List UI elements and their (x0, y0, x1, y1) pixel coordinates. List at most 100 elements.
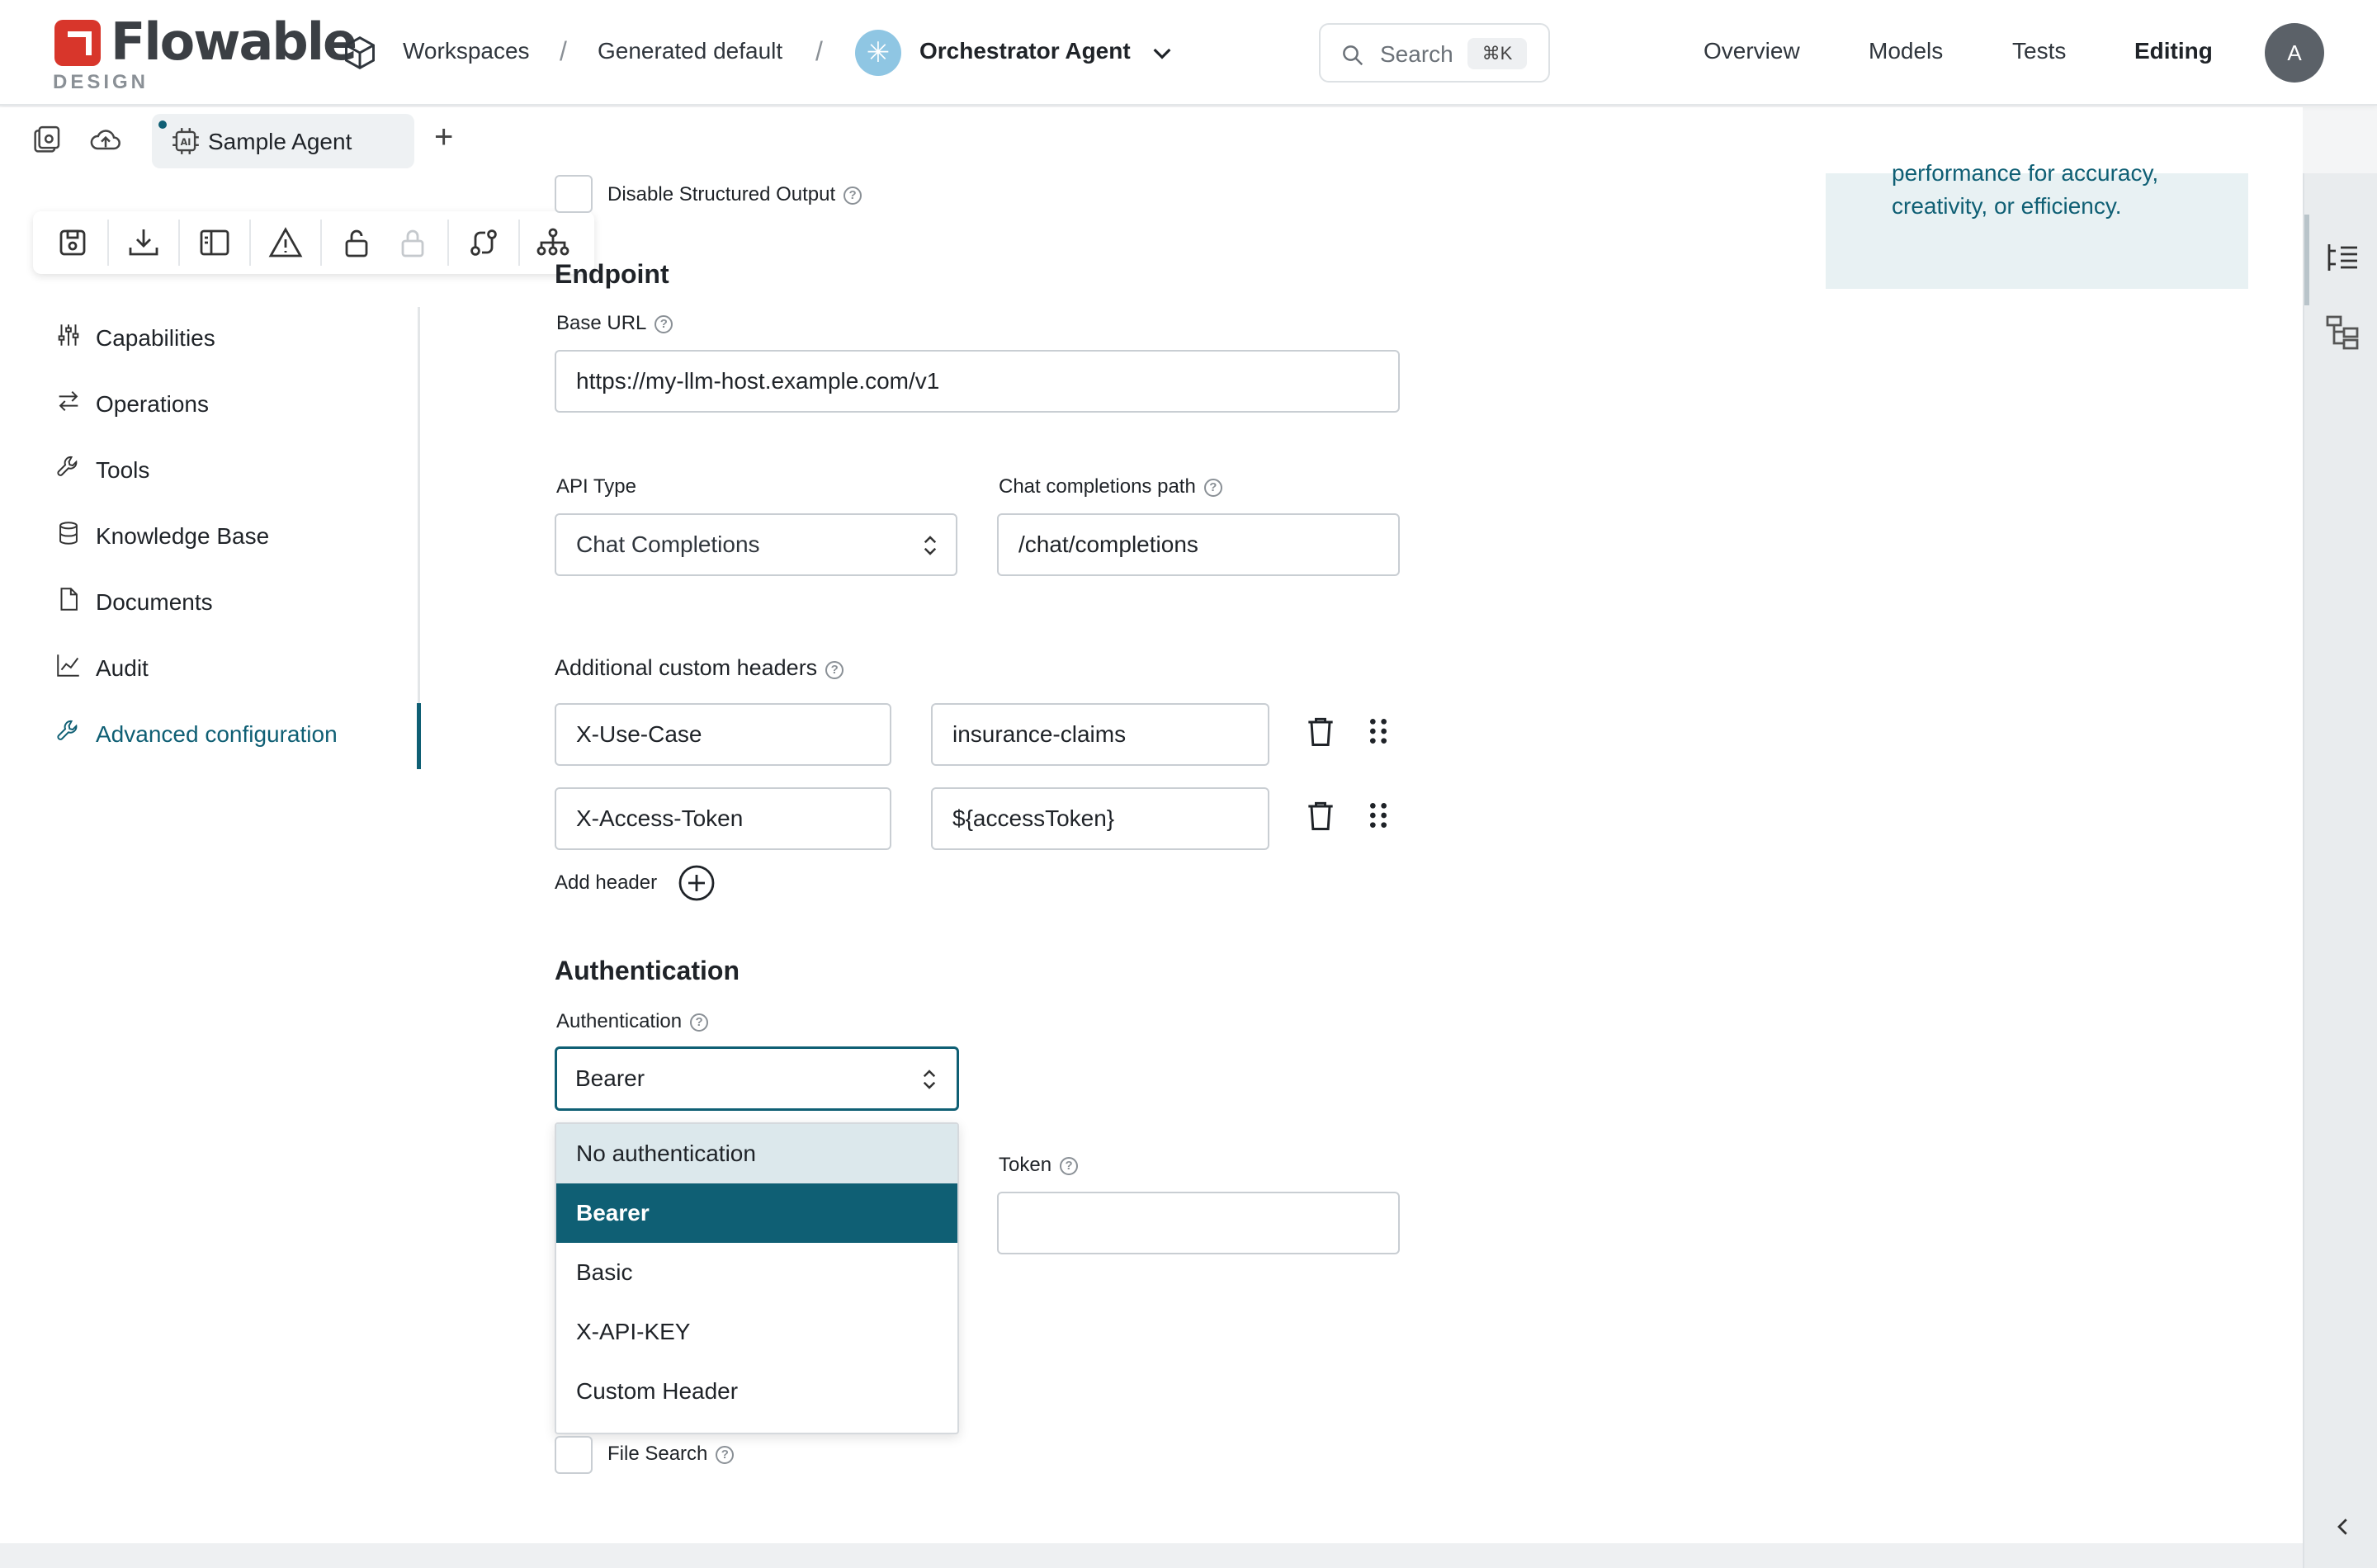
wrench-icon (57, 720, 78, 740)
add-header-label[interactable]: Add header (555, 871, 657, 895)
help-icon[interactable]: ? (1060, 1157, 1079, 1175)
help-icon[interactable]: ? (716, 1446, 735, 1464)
document-icon (60, 588, 78, 611)
disable-structured-output-label: Disable Structured Output? (607, 183, 862, 206)
tab-sample-agent[interactable]: AI Sample Agent (152, 114, 414, 168)
git-compare-icon[interactable] (464, 223, 503, 262)
search-shortcut: ⌘K (1467, 38, 1527, 69)
panel-toggle-icon[interactable] (195, 223, 234, 262)
save-local-icon[interactable] (30, 124, 63, 157)
sidebar-item-label: Capabilities (96, 325, 215, 351)
base-url-label: Base URL? (556, 312, 673, 335)
authentication-select[interactable]: Bearer (555, 1046, 959, 1111)
help-icon[interactable]: ? (655, 315, 673, 333)
logo-subtitle: DESIGN (53, 71, 149, 93)
help-icon[interactable]: ? (844, 187, 862, 205)
arrows-icon (59, 390, 78, 412)
header-value-input[interactable]: ${accessToken} (931, 787, 1269, 850)
help-icon[interactable]: ? (690, 1013, 709, 1032)
ai-chip-icon: AI (172, 128, 199, 154)
base-url-input[interactable]: https://my-llm-host.example.com/v1 (555, 350, 1400, 413)
sliders-icon (58, 324, 79, 346)
app-header: Flowable DESIGN Workspaces / Generated d… (0, 0, 2377, 106)
sidebar-item-label: Operations (96, 391, 209, 417)
dropdown-option-x-api-key[interactable]: X-API-KEY (556, 1302, 957, 1362)
nav-models[interactable]: Models (1869, 38, 1943, 64)
dropdown-option-custom-header[interactable]: Custom Header (556, 1362, 957, 1421)
nav-tests[interactable]: Tests (2012, 38, 2066, 64)
search-placeholder: Search (1380, 41, 1453, 67)
avatar[interactable]: A (2265, 23, 2324, 83)
chevron-left-icon[interactable] (2331, 1510, 2356, 1543)
search-icon (1343, 45, 1363, 66)
search-box[interactable]: Search ⌘K (1319, 23, 1550, 83)
agent-asterisk-icon: ✳ (855, 30, 901, 76)
authentication-dropdown: No authentication Bearer Basic X-API-KEY… (555, 1122, 959, 1434)
flowable-logo-icon[interactable] (54, 20, 101, 66)
header-value-input[interactable]: insurance-claims (931, 703, 1269, 766)
help-icon[interactable]: ? (1203, 479, 1222, 497)
drag-handle-icon[interactable] (1362, 797, 1395, 834)
warning-icon[interactable] (266, 223, 305, 262)
api-type-label: API Type (556, 475, 636, 498)
authentication-title: Authentication (555, 956, 740, 985)
chevron-down-icon[interactable] (1149, 40, 1175, 66)
logo-text: Flowable (111, 12, 357, 72)
select-arrows-icon (923, 1070, 936, 1089)
nav-overview[interactable]: Overview (1704, 38, 1800, 64)
add-header-button[interactable] (677, 863, 716, 903)
right-rail (2303, 173, 2377, 1568)
editor-toolbar (33, 211, 594, 274)
info-panel: performance for accuracy, creativity, or… (1826, 160, 2248, 289)
lock-icon (401, 229, 424, 257)
sidebar-active-indicator (417, 703, 421, 769)
sidebar-divider (418, 307, 420, 769)
breadcrumb-generated-default[interactable]: Generated default (598, 38, 782, 64)
svg-text:AI: AI (181, 137, 191, 148)
dropdown-option-bearer[interactable]: Bearer (556, 1183, 957, 1243)
authentication-label: Authentication? (556, 1010, 709, 1033)
breadcrumb-workspaces[interactable]: Workspaces (403, 38, 530, 64)
workspace-cube-icon (345, 35, 375, 70)
sidebar-item-label: Knowledge Base (96, 523, 270, 549)
file-search-checkbox[interactable] (555, 1436, 593, 1474)
file-search-label: File Search? (607, 1443, 735, 1466)
trash-icon[interactable] (1302, 711, 1339, 751)
download-icon[interactable] (124, 223, 163, 262)
drag-handle-icon[interactable] (1362, 713, 1395, 749)
hierarchy-icon[interactable] (533, 223, 573, 262)
sidebar-item-label: Audit (96, 655, 149, 681)
wrench-icon (57, 456, 78, 476)
add-tab-button[interactable]: + (434, 119, 453, 156)
chat-completions-path-label: Chat completions path? (999, 475, 1222, 498)
agent-name[interactable]: Orchestrator Agent (919, 38, 1131, 64)
header-key-input[interactable]: X-Use-Case (555, 703, 891, 766)
save-icon[interactable] (53, 223, 92, 262)
database-icon (59, 522, 78, 545)
cloud-upload-icon[interactable] (87, 124, 124, 157)
info-text: performance for accuracy, creativity, or… (1892, 160, 2159, 219)
token-input[interactable] (997, 1192, 1400, 1254)
bottom-strip (0, 1543, 2303, 1568)
chart-icon (57, 654, 79, 677)
header-key-input[interactable]: X-Access-Token (555, 787, 891, 850)
unlock-icon[interactable] (337, 223, 376, 262)
chat-completions-path-input[interactable]: /chat/completions (997, 513, 1400, 576)
sidebar-item-label: Documents (96, 589, 213, 615)
nav-editing[interactable]: Editing (2134, 38, 2213, 64)
trash-icon[interactable] (1302, 796, 1339, 835)
dropdown-option-basic[interactable]: Basic (556, 1243, 957, 1302)
token-label: Token? (999, 1154, 1079, 1177)
tab-label: Sample Agent (208, 129, 352, 154)
unsaved-dot (158, 120, 167, 129)
tree-structure-icon[interactable] (2323, 312, 2362, 352)
api-type-select[interactable]: Chat Completions (555, 513, 957, 576)
dropdown-option-no-authentication[interactable]: No authentication (556, 1124, 957, 1183)
help-icon[interactable]: ? (825, 661, 844, 679)
disable-structured-output-checkbox[interactable] (555, 175, 593, 213)
select-arrows-icon (924, 536, 937, 555)
custom-headers-label: Additional custom headers? (555, 655, 844, 681)
breadcrumb-separator: / (815, 36, 823, 66)
breadcrumb-separator: / (560, 36, 567, 66)
outline-list-icon[interactable] (2323, 238, 2362, 277)
